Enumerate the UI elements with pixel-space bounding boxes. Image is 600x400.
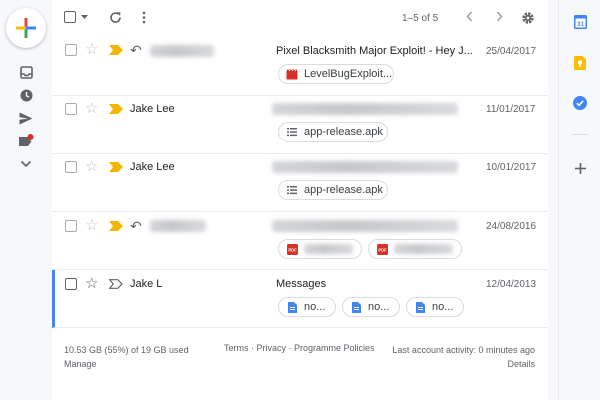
svg-text:PDF: PDF (288, 247, 297, 252)
pdf-icon: PDF (286, 243, 298, 255)
doc-icon (414, 301, 426, 313)
email-date: 12/04/2013 (486, 279, 537, 290)
pdf-icon: PDF (376, 243, 388, 255)
attachment-name: no... (432, 301, 454, 313)
email-row-selected[interactable]: ☆ Jake L Messages 12/04/2013 no... no...… (52, 270, 548, 328)
svg-text:PDF: PDF (378, 247, 387, 252)
row-checkbox[interactable] (65, 278, 77, 290)
important-marker-icon[interactable] (109, 221, 123, 231)
subject-redacted (272, 103, 458, 115)
labels-icon[interactable] (18, 133, 34, 149)
row-checkbox[interactable] (65, 103, 77, 115)
inbox-icon[interactable] (18, 64, 34, 80)
newer-chevron-icon[interactable] (466, 11, 473, 22)
list-file-icon (286, 126, 298, 138)
storage-usage: 10.53 GB (55%) of 19 GB used (64, 345, 189, 355)
add-addon-icon[interactable] (573, 161, 587, 175)
snoozed-clock-icon[interactable] (18, 87, 34, 103)
refresh-icon[interactable] (109, 11, 122, 24)
replied-arrow-icon: ↶ (130, 42, 142, 58)
attachment-name-redacted (304, 244, 353, 254)
star-icon[interactable]: ☆ (85, 276, 98, 291)
email-sender: Jake Lee (130, 161, 175, 173)
settings-gear-icon[interactable] (521, 11, 535, 25)
attachment-name: no... (368, 301, 390, 313)
email-subject: Messages (276, 278, 327, 290)
doc-icon (286, 301, 298, 313)
activity-details-link[interactable]: Details (392, 357, 535, 371)
attachment-chip[interactable]: PDF (368, 239, 462, 259)
attachment-chip[interactable]: LevelBugExploit... (278, 64, 394, 84)
star-icon[interactable]: ☆ (85, 218, 98, 233)
policy-links[interactable]: Terms · Privacy · Programme Policies (224, 343, 375, 353)
mail-list-pane: 1–5 of 5 ☆ ↶ Pixel Blacksmith Major Expl… (52, 0, 548, 400)
list-file-icon (286, 184, 298, 196)
calendar-icon[interactable]: 31 (573, 15, 587, 29)
attachment-name: no... (304, 301, 326, 313)
keep-icon[interactable] (573, 56, 587, 70)
star-icon[interactable]: ☆ (85, 159, 98, 174)
attachment-name: app-release.apk (304, 184, 383, 196)
email-subject: Pixel Blacksmith Major Exploit! - Hey J.… (276, 45, 473, 57)
attachment-name: LevelBugExploit... (304, 68, 393, 80)
attachment-name-redacted (394, 244, 453, 254)
doc-icon (350, 301, 362, 313)
important-marker-icon[interactable] (109, 162, 123, 172)
email-date: 10/01/2017 (486, 162, 537, 173)
not-important-marker-icon[interactable] (109, 279, 123, 289)
mail-toolbar: 1–5 of 5 (52, 0, 548, 38)
older-chevron-icon[interactable] (496, 11, 503, 22)
email-row[interactable]: ☆ Jake Lee 11/01/2017 app-release.apk (52, 96, 548, 154)
attachment-name: app-release.apk (304, 126, 383, 138)
left-rail (0, 0, 52, 400)
tasks-icon[interactable] (573, 96, 587, 110)
sent-icon[interactable] (18, 110, 34, 126)
email-date: 11/01/2017 (486, 104, 536, 115)
side-panel: 31 (558, 0, 600, 400)
replied-arrow-icon: ↶ (130, 218, 142, 234)
attachment-chip[interactable]: no... (342, 297, 400, 317)
last-activity-text: Last account activity: 0 minutes ago (392, 345, 535, 355)
attachment-chip[interactable]: app-release.apk (278, 122, 388, 142)
pagination-range: 1–5 of 5 (402, 13, 439, 24)
email-row[interactable]: ☆ ↶ Pixel Blacksmith Major Exploit! - He… (52, 38, 548, 96)
email-date: 24/08/2016 (486, 221, 537, 232)
manage-storage-link[interactable]: Manage (64, 357, 189, 371)
select-all-checkbox[interactable] (64, 11, 76, 23)
row-checkbox[interactable] (65, 161, 77, 173)
email-sender: Jake L (130, 278, 163, 290)
important-marker-icon[interactable] (109, 104, 123, 114)
side-divider (572, 134, 588, 135)
attachment-chip[interactable]: no... (278, 297, 336, 317)
subject-redacted (272, 161, 458, 173)
email-date: 25/04/2017 (486, 46, 537, 57)
email-row[interactable]: ☆ Jake Lee 10/01/2017 app-release.apk (52, 154, 548, 212)
video-icon (286, 68, 298, 80)
subject-redacted (272, 220, 458, 232)
expand-more-icon[interactable] (18, 156, 34, 172)
storage-info: 10.53 GB (55%) of 19 GB used Manage (64, 343, 189, 371)
important-marker-icon[interactable] (109, 45, 123, 55)
compose-plus-icon (16, 18, 36, 38)
more-options-icon[interactable] (142, 11, 146, 24)
attachment-chip[interactable]: no... (406, 297, 464, 317)
star-icon[interactable]: ☆ (85, 101, 98, 116)
sender-redacted (150, 45, 214, 57)
email-sender: Jake Lee (130, 103, 175, 115)
email-row[interactable]: ☆ ↶ 24/08/2016 PDF PDF (52, 212, 548, 270)
row-checkbox[interactable] (65, 220, 77, 232)
attachment-chip[interactable]: app-release.apk (278, 180, 388, 200)
row-checkbox[interactable] (65, 44, 77, 56)
calendar-day: 31 (577, 22, 584, 28)
select-dropdown-icon[interactable] (81, 15, 88, 19)
attachment-chip[interactable]: PDF (278, 239, 362, 259)
compose-button[interactable] (6, 8, 46, 48)
sender-redacted (150, 220, 206, 232)
account-activity: Last account activity: 0 minutes ago Det… (392, 343, 535, 371)
star-icon[interactable]: ☆ (85, 42, 98, 57)
